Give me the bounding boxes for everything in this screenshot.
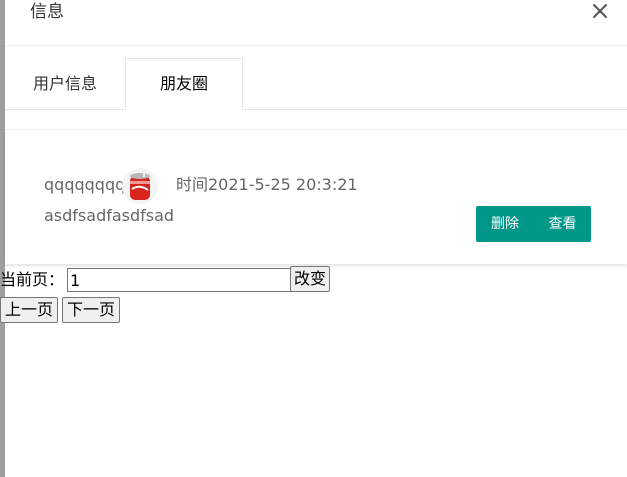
post-content: asdfsadfasdfsad: [44, 206, 175, 225]
tab-user-info[interactable]: 用户信息: [5, 59, 125, 109]
close-icon[interactable]: [590, 1, 610, 21]
tab-moments[interactable]: 朋友圈: [125, 58, 243, 110]
current-page-label: 当前页：: [0, 270, 65, 289]
delete-button[interactable]: 删除: [476, 206, 534, 242]
prev-page-button[interactable]: 上一页: [0, 297, 58, 323]
dialog-header: 信息: [5, 0, 627, 46]
red-can-avatar: [121, 167, 159, 205]
post-time: 时间2021-5-25 20:3:21: [176, 175, 358, 194]
next-page-button[interactable]: 下一页: [62, 297, 120, 323]
info-dialog: 信息 用户信息 朋友圈 qqqqqqqq 时间2021-5-25 20:3:21…: [5, 0, 627, 477]
view-button[interactable]: 查看: [534, 206, 591, 242]
post-username: qqqqqqqq: [44, 175, 126, 194]
tab-bar: 用户信息 朋友圈: [5, 58, 627, 110]
dialog-title: 信息: [30, 2, 64, 22]
post-card: qqqqqqqq 时间2021-5-25 20:3:21 asdfsadfasd…: [5, 129, 627, 264]
change-page-button[interactable]: 改变: [290, 266, 330, 292]
page-number-input[interactable]: [67, 268, 292, 292]
